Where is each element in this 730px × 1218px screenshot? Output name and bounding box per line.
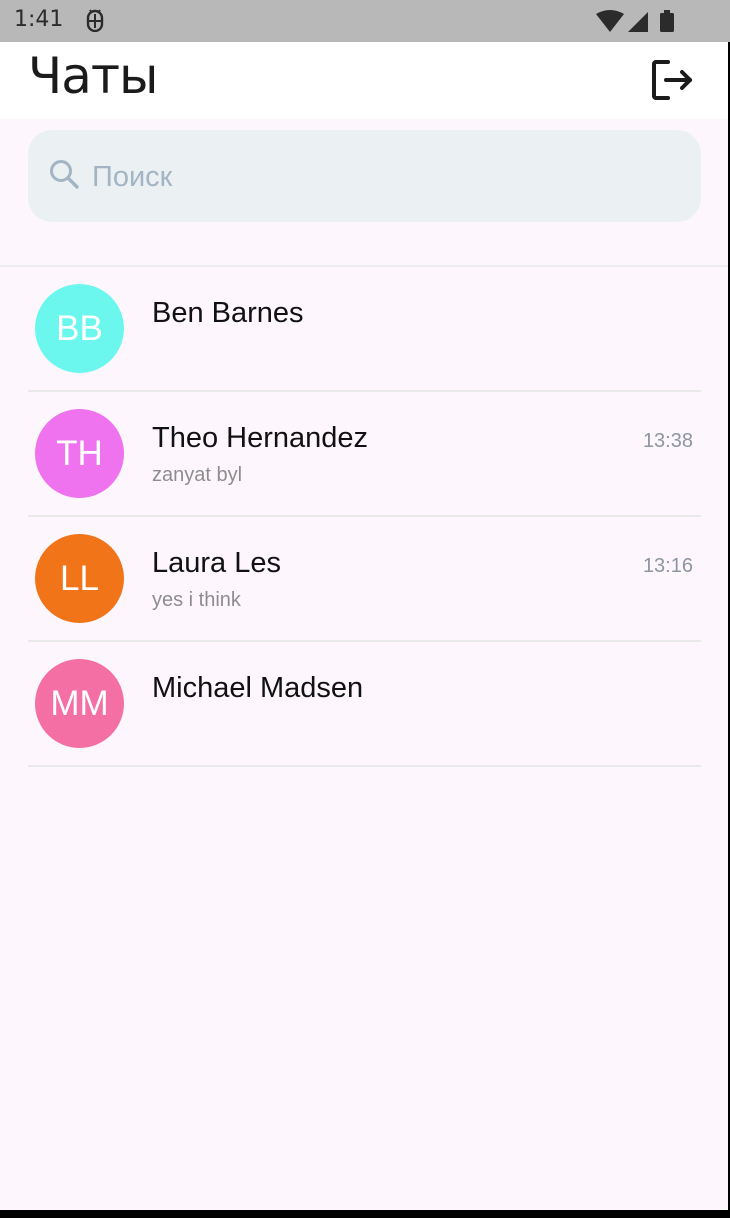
search-icon xyxy=(48,158,80,190)
signal-icon xyxy=(628,12,648,32)
search-input[interactable] xyxy=(90,152,674,202)
chat-list-item[interactable]: LL Laura Les yes i think 13:16 xyxy=(28,517,701,642)
status-time: 1:41 xyxy=(14,7,64,32)
logout-button[interactable] xyxy=(648,56,696,104)
wifi-icon xyxy=(596,10,624,32)
chat-list-item[interactable]: TH Theo Hernandez zanyat byl 13:38 xyxy=(28,392,701,517)
avatar: MM xyxy=(35,659,124,748)
avatar: TH xyxy=(35,409,124,498)
chat-list: BB Ben Barnes TH Theo Hernandez zanyat b… xyxy=(28,267,701,767)
chat-list-item[interactable]: BB Ben Barnes xyxy=(28,267,701,392)
chat-last-message: yes i think xyxy=(152,589,241,611)
battery-icon xyxy=(660,10,674,32)
app-bar: Чаты xyxy=(0,42,730,119)
search-field[interactable] xyxy=(28,130,701,222)
chat-name: Michael Madsen xyxy=(152,672,364,704)
chat-time: 13:38 xyxy=(642,430,693,452)
status-icons xyxy=(596,10,680,32)
chat-list-item[interactable]: MM Michael Madsen xyxy=(28,642,701,767)
chat-name: Laura Les xyxy=(152,547,281,579)
chat-name: Theo Hernandez xyxy=(152,422,369,454)
chat-time: 13:16 xyxy=(642,555,693,577)
chat-last-message: zanyat byl xyxy=(152,464,243,486)
page-title: Чаты xyxy=(28,47,159,105)
status-bar: 1:41 xyxy=(0,0,730,42)
avatar: LL xyxy=(35,534,124,623)
logout-icon xyxy=(652,60,692,100)
navigation-bar xyxy=(0,1210,730,1218)
chat-name: Ben Barnes xyxy=(152,297,304,329)
avatar: BB xyxy=(35,284,124,373)
android-debug-icon xyxy=(84,8,106,33)
